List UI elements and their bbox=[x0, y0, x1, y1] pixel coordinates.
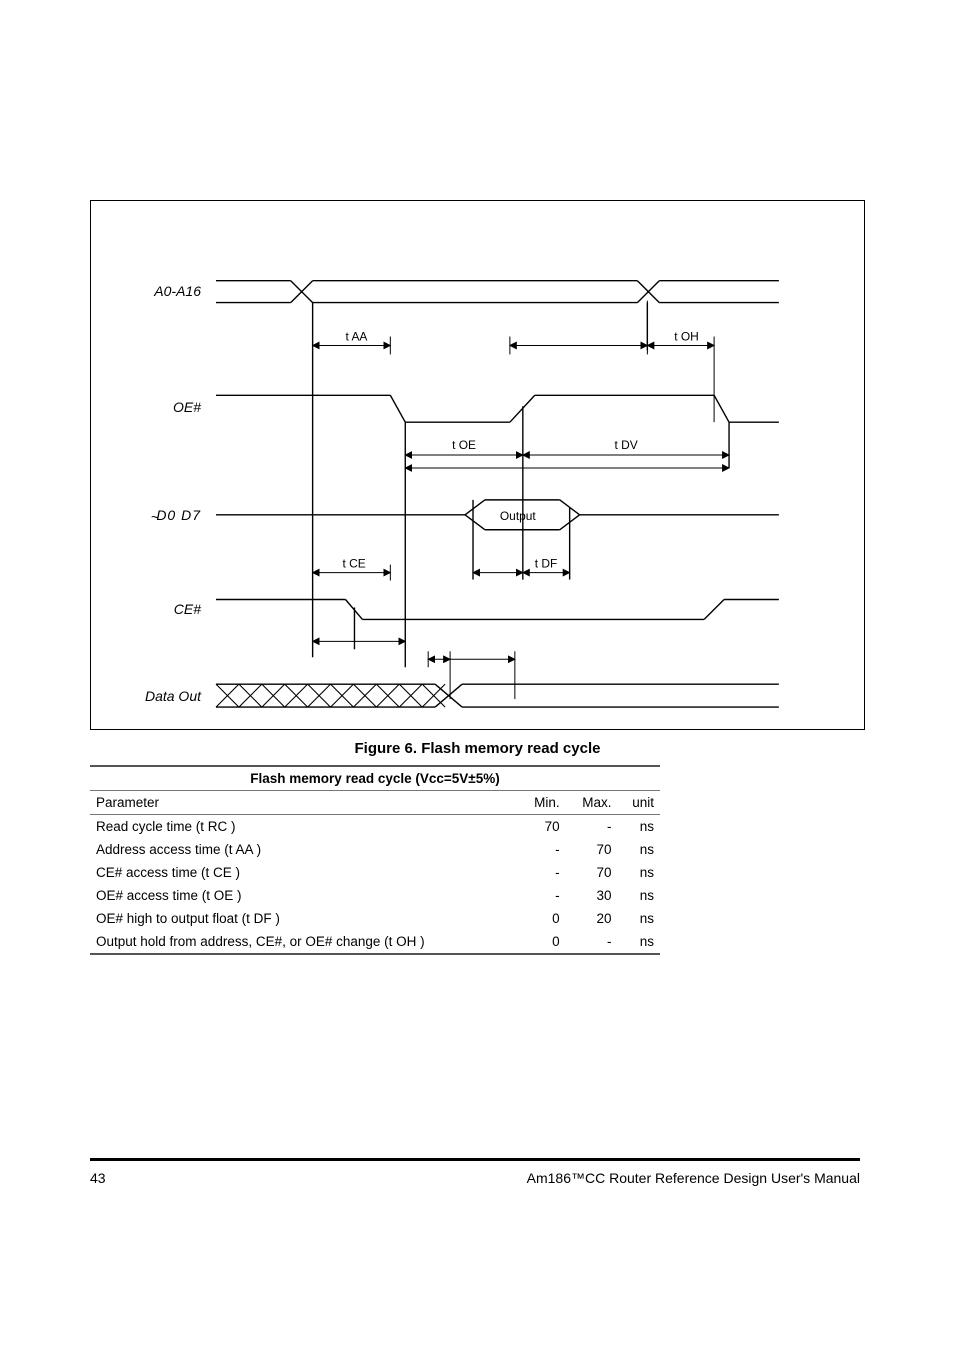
row-max: - bbox=[566, 930, 618, 954]
label-tdf: t DF bbox=[535, 557, 558, 571]
timing-diagram-frame: t AA t OH bbox=[90, 200, 865, 730]
hdr-unit: unit bbox=[617, 791, 660, 815]
timing-table: Flash memory read cycle (Vcc=5V±5%) Para… bbox=[90, 765, 660, 955]
footer-doc-title: Am186™CC Router Reference Design User's … bbox=[527, 1170, 860, 1186]
row-param: Output hold from address, CE#, or OE# ch… bbox=[90, 930, 518, 954]
row-min: 70 bbox=[518, 815, 565, 839]
row-param: Read cycle time (t RC ) bbox=[90, 815, 518, 839]
label-tce: t CE bbox=[343, 557, 366, 571]
footer-page-number: 43 bbox=[90, 1170, 106, 1186]
label-data: D0 D7 bbox=[156, 507, 201, 523]
label-toh: t OH bbox=[674, 329, 699, 343]
row-min: - bbox=[518, 861, 565, 884]
hdr-param: Parameter bbox=[90, 791, 518, 815]
row-param: OE# access time (t OE ) bbox=[90, 884, 518, 907]
figure-caption: Figure 6. Flash memory read cycle bbox=[90, 740, 865, 757]
caption-number: Figure 6. bbox=[355, 740, 418, 757]
row-max: 20 bbox=[566, 907, 618, 930]
label-tdv: t DV bbox=[614, 438, 637, 452]
label-addr: A0-A16 bbox=[111, 283, 201, 299]
row-min: - bbox=[518, 838, 565, 861]
row-max: 70 bbox=[566, 861, 618, 884]
hdr-min: Min. bbox=[518, 791, 565, 815]
label-dout: Data Out bbox=[111, 688, 201, 704]
caption-title: Flash memory read cycle bbox=[421, 740, 600, 757]
row-max: 70 bbox=[566, 838, 618, 861]
label-oe: OE# bbox=[111, 399, 201, 415]
label-toe: t OE bbox=[452, 438, 476, 452]
row-unit: ns bbox=[617, 930, 660, 954]
row-unit: ns bbox=[617, 861, 660, 884]
label-output: Output bbox=[500, 509, 537, 523]
row-min: - bbox=[518, 884, 565, 907]
row-unit: ns bbox=[617, 907, 660, 930]
hdr-max: Max. bbox=[566, 791, 618, 815]
row-max: 30 bbox=[566, 884, 618, 907]
footer-rule bbox=[90, 1158, 860, 1161]
table-title: Flash memory read cycle (Vcc=5V±5%) bbox=[90, 766, 660, 791]
label-taa: t AA bbox=[346, 329, 368, 343]
row-param: OE# high to output float (t DF ) bbox=[90, 907, 518, 930]
row-param: CE# access time (t CE ) bbox=[90, 861, 518, 884]
row-min: 0 bbox=[518, 930, 565, 954]
row-param: Address access time (t AA ) bbox=[90, 838, 518, 861]
timing-diagram-svg: t AA t OH bbox=[91, 201, 864, 729]
row-unit: ns bbox=[617, 884, 660, 907]
row-max: - bbox=[566, 815, 618, 839]
label-ce: CE# bbox=[111, 601, 201, 617]
row-unit: ns bbox=[617, 838, 660, 861]
row-min: 0 bbox=[518, 907, 565, 930]
row-unit: ns bbox=[617, 815, 660, 839]
